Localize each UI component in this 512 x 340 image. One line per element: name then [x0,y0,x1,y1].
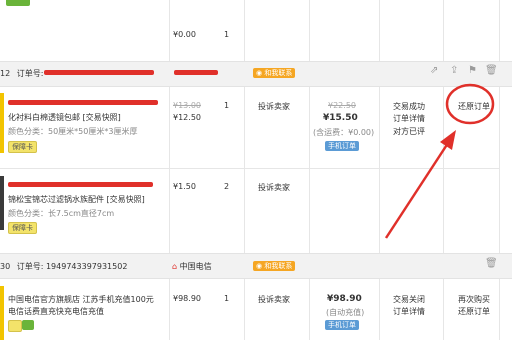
complain-seller-link[interactable]: 投诉卖家 [258,294,290,305]
total-price: ¥98.90 [327,294,362,304]
order-2-number-row: 30 订单号: 1949743397931502 [0,261,127,272]
annotation-circle [445,83,495,125]
auto-recharge: (自动充值) [326,308,365,317]
mobile-order-badge: 手机订单 [325,320,359,330]
item-price: ¥98.90 [173,294,201,303]
item-title-line1[interactable]: 中国电信官方旗舰店 江苏手机充值100元 [8,294,154,305]
order-details-link[interactable]: 订单详情 [393,306,425,317]
order-number-label: 订单号: 1949743397931502 [16,262,128,271]
service-tag [8,320,22,332]
shop-icon: ⌂ [172,262,178,271]
item-qty: 1 [224,294,230,303]
status-trade-closed: 交易关闭 [393,295,425,304]
shop-name[interactable]: ⌂ 中国电信 [172,261,212,272]
trash-icon[interactable]: 🗑 [485,258,498,269]
service-tag [22,320,34,330]
order-number-prefix: 30 [0,262,11,271]
buy-again-link[interactable]: 再次购买 [458,294,490,305]
item-thumbnail[interactable] [0,286,4,340]
annotation-arrow-head [440,130,456,150]
restore-order-link[interactable]: 还原订单 [458,306,490,317]
annotation-arrow-line [384,139,452,239]
contact-seller-button[interactable]: ◉ 和我联系 [253,261,296,271]
chat-icon: ◉ [256,262,263,270]
annotation-overlay [384,83,495,239]
item-title-line2[interactable]: 电信话费直充快充电信充值 [8,306,104,317]
